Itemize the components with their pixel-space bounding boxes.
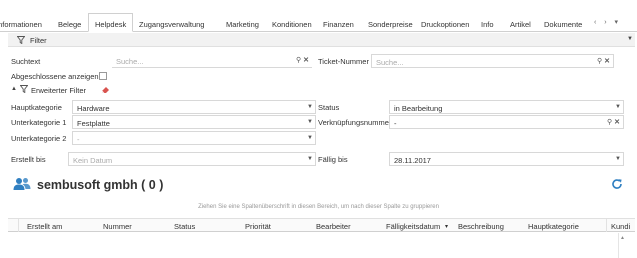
column-header-hauptkategorie[interactable]: Hauptkategorie bbox=[528, 222, 579, 231]
tab-konditionen[interactable]: Konditionen bbox=[272, 20, 312, 29]
scroll-up-icon[interactable]: ▲ bbox=[620, 235, 625, 241]
tab-bar: Informationen Belege Helpdesk Zugangsver… bbox=[0, 0, 637, 32]
chevron-down-icon: ▼ bbox=[307, 135, 313, 141]
funnel-icon bbox=[17, 36, 25, 44]
status-label: Status bbox=[318, 103, 340, 112]
subcategory-1-label: Unterkategorie 1 bbox=[11, 118, 67, 127]
extended-filter-label[interactable]: Erweiterter Filter bbox=[31, 86, 86, 95]
main-category-select[interactable]: Hardware ▼ bbox=[72, 100, 316, 114]
clear-search-icon[interactable]: ✕ bbox=[303, 57, 309, 64]
tab-sonderpreise[interactable]: Sonderpreise bbox=[368, 20, 413, 29]
column-header-bearbeiter[interactable]: Bearbeiter bbox=[316, 222, 351, 231]
subcategory-2-select[interactable]: - ▼ bbox=[72, 131, 316, 145]
tab-scroll-arrows[interactable]: ‹ › ▾ bbox=[594, 18, 621, 26]
ticket-label: Ticket-Nummer bbox=[318, 57, 369, 66]
grid-body bbox=[8, 232, 635, 258]
column-header-faelligkeitsdatum[interactable]: Fälligkeitsdatum bbox=[386, 222, 440, 231]
users-icon bbox=[13, 177, 31, 193]
created-until-label: Erstellt bis bbox=[11, 155, 46, 164]
column-header-kunde[interactable]: Kundi bbox=[611, 222, 630, 231]
closed-label: Abgeschlossene anzeigen bbox=[11, 72, 99, 81]
grid-header: Erstellt am Nummer Status Priorität Bear… bbox=[8, 218, 635, 232]
tab-helpdesk[interactable]: Helpdesk bbox=[88, 13, 134, 32]
magnifier-icon[interactable]: ⚲ bbox=[607, 119, 612, 126]
column-header-nummer[interactable]: Nummer bbox=[103, 222, 132, 231]
tab-marketing[interactable]: Marketing bbox=[226, 20, 259, 29]
tab-zugangsverwaltung[interactable]: Zugangsverwaltung bbox=[139, 20, 204, 29]
main-category-label: Hauptkategorie bbox=[11, 103, 62, 112]
column-header-beschreibung[interactable]: Beschreibung bbox=[458, 222, 504, 231]
filter-title: Filter bbox=[30, 36, 47, 45]
due-until-select[interactable]: 28.11.2017 ▼ bbox=[389, 152, 624, 166]
chevron-down-icon: ▼ bbox=[307, 156, 313, 162]
tab-dokumente[interactable]: Dokumente bbox=[544, 20, 582, 29]
status-select[interactable]: in Bearbeitung ▼ bbox=[389, 100, 624, 114]
search-controls: ⚲ ✕ bbox=[296, 56, 309, 64]
link-number-input[interactable]: - ⚲ ✕ bbox=[389, 115, 624, 129]
column-separator bbox=[18, 219, 19, 232]
magnifier-icon[interactable]: ⚲ bbox=[296, 57, 301, 64]
column-separator bbox=[606, 219, 607, 232]
search-label: Suchtext bbox=[11, 57, 41, 66]
created-until-select[interactable]: Kein Datum ▼ bbox=[68, 152, 316, 166]
sort-desc-icon[interactable]: ▾ bbox=[445, 223, 448, 230]
funnel-icon bbox=[20, 85, 28, 93]
chevron-down-icon: ▼ bbox=[307, 104, 313, 110]
filter-header[interactable]: Filter ▼ bbox=[8, 33, 635, 47]
search-underline bbox=[112, 67, 312, 68]
subcategory-1-select[interactable]: Festplatte ▼ bbox=[72, 115, 316, 129]
chevron-down-icon: ▼ bbox=[615, 156, 621, 162]
customer-title: sembusoft gmbh ( 0 ) bbox=[37, 178, 164, 192]
due-until-label: Fällig bis bbox=[318, 155, 348, 164]
ticket-controls: ⚲ ✕ bbox=[597, 57, 610, 65]
refresh-icon[interactable] bbox=[611, 178, 623, 190]
ticket-input[interactable]: Suche... ⚲ ✕ bbox=[371, 54, 614, 68]
search-input[interactable]: Suche... ⚲ ✕ bbox=[112, 54, 312, 68]
magnifier-icon[interactable]: ⚲ bbox=[597, 58, 602, 65]
chevron-down-icon: ▼ bbox=[615, 104, 621, 110]
closed-checkbox[interactable] bbox=[99, 72, 107, 80]
column-header-prioritaet[interactable]: Priorität bbox=[245, 222, 271, 231]
column-header-erstellt-am[interactable]: Erstellt am bbox=[27, 222, 62, 231]
chevron-up-icon[interactable]: ▲ bbox=[11, 86, 17, 92]
chevron-down-icon[interactable]: ▼ bbox=[627, 36, 633, 42]
tab-info[interactable]: Info bbox=[481, 20, 494, 29]
subcategory-2-label: Unterkategorie 2 bbox=[11, 134, 67, 143]
tab-druckoptionen[interactable]: Druckoptionen bbox=[421, 20, 469, 29]
tab-artikel[interactable]: Artikel bbox=[510, 20, 531, 29]
eraser-icon[interactable] bbox=[101, 85, 109, 94]
link-controls: ⚲ ✕ bbox=[607, 118, 620, 126]
column-header-status[interactable]: Status bbox=[174, 222, 195, 231]
tab-finanzen[interactable]: Finanzen bbox=[323, 20, 354, 29]
clear-ticket-icon[interactable]: ✕ bbox=[604, 58, 610, 65]
tab-belege[interactable]: Belege bbox=[58, 20, 81, 29]
clear-link-icon[interactable]: ✕ bbox=[614, 119, 620, 126]
chevron-down-icon: ▼ bbox=[307, 119, 313, 125]
group-hint: Ziehen Sie eine Spaltenüberschrift in di… bbox=[198, 204, 439, 210]
link-number-label: Verknüpfungsnummer bbox=[318, 118, 392, 127]
tab-informationen[interactable]: Informationen bbox=[0, 20, 42, 29]
